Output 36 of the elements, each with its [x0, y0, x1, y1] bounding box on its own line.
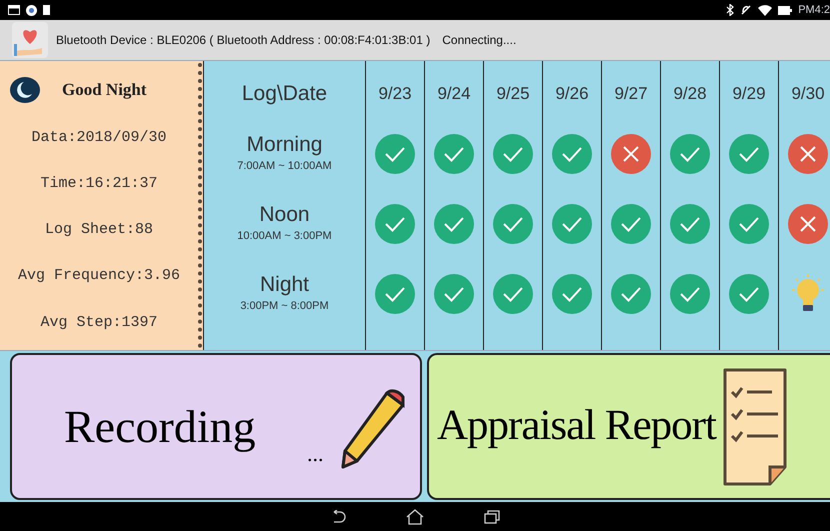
- date-header: 9/30: [779, 61, 830, 126]
- wifi-icon: [758, 4, 772, 16]
- date-header: 9/29: [720, 61, 779, 126]
- checklist-icon: [722, 366, 788, 486]
- summary-line: Log Sheet:88: [44, 220, 154, 240]
- period-hours: 3:00PM ~ 8:00PM: [240, 299, 329, 314]
- connection-status: Connecting....: [442, 32, 516, 49]
- recent-apps-icon[interactable]: [484, 510, 500, 524]
- sim-icon: [43, 5, 50, 15]
- image-icon: [8, 5, 20, 15]
- period-name: Morning: [246, 132, 322, 158]
- clock: PM4:2: [798, 2, 830, 18]
- summary-line: Avg Frequency:3.96: [18, 266, 180, 286]
- period-hours: 7:00AM ~ 10:00AM: [237, 159, 332, 174]
- moon-icon: [10, 76, 40, 103]
- recording-button[interactable]: Recording ...: [10, 353, 422, 500]
- bluetooth-icon: [726, 4, 734, 16]
- appraisal-report-button[interactable]: Appraisal Report: [427, 353, 830, 500]
- app-icon: [26, 4, 37, 16]
- date-header: 9/25: [484, 61, 543, 126]
- greeting: Good Night: [62, 79, 147, 102]
- summary-line: Avg Step:1397: [40, 312, 158, 333]
- period-hours: 10:00AM ~ 3:00PM: [237, 229, 332, 244]
- summary-line: Data:2018/09/30: [31, 128, 167, 148]
- device-info: Bluetooth Device : BLE0206 ( Bluetooth Address : 00:08:F4:01:3B:01 ): [56, 32, 430, 49]
- period-name: Night: [260, 272, 310, 298]
- home-icon[interactable]: [406, 508, 424, 524]
- summary-line: Time:16:21:37: [40, 174, 158, 194]
- date-header: 9/23: [366, 61, 425, 126]
- table-header-cell: Log\Date: [203, 61, 366, 126]
- date-header: 9/26: [543, 61, 602, 126]
- battery-icon: [778, 6, 792, 14]
- date-header: 9/28: [661, 61, 720, 126]
- date-header: 9/27: [602, 61, 661, 126]
- date-header: 9/24: [425, 61, 484, 126]
- period-name: Noon: [259, 202, 310, 228]
